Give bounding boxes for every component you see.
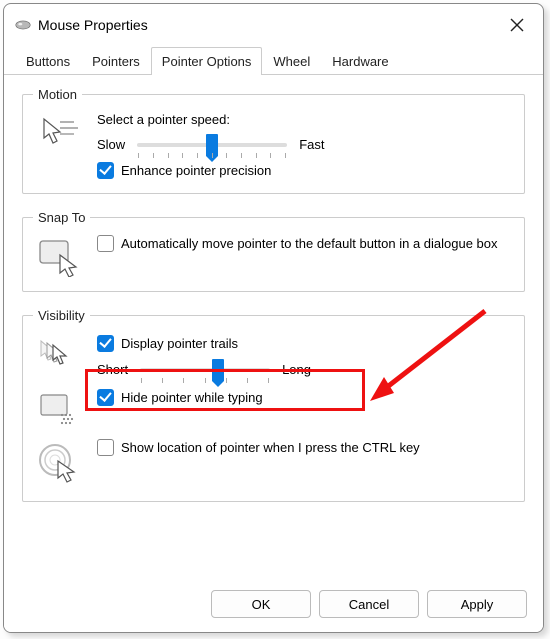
mouse-icon (14, 19, 32, 31)
short-label: Short (97, 362, 128, 377)
mouse-properties-dialog: Mouse Properties Buttons Pointers Pointe… (3, 3, 544, 633)
motion-group: Motion Select a pointer speed: Slow (22, 87, 525, 194)
checkbox-icon (97, 335, 114, 352)
tab-buttons[interactable]: Buttons (15, 47, 81, 75)
pointer-speed-slider[interactable] (137, 143, 287, 147)
slow-label: Slow (97, 137, 125, 152)
tab-content: Motion Select a pointer speed: Slow (4, 75, 543, 580)
long-label: Long (282, 362, 311, 377)
close-button[interactable] (501, 11, 533, 39)
snapto-legend: Snap To (33, 210, 90, 225)
window-title: Mouse Properties (38, 17, 501, 33)
fast-label: Fast (299, 137, 324, 152)
snapto-icon (35, 235, 83, 277)
hide-typing-checkbox[interactable]: Hide pointer while typing (97, 389, 512, 406)
motion-speed-icon (35, 112, 83, 146)
titlebar: Mouse Properties (4, 4, 543, 44)
tab-strip: Buttons Pointers Pointer Options Wheel H… (4, 46, 543, 75)
enhance-precision-label: Enhance pointer precision (121, 162, 271, 179)
snapto-group: Snap To Automatically move pointer to th… (22, 210, 525, 292)
auto-move-checkbox[interactable]: Automatically move pointer to the defaul… (97, 235, 512, 252)
checkbox-icon (97, 439, 114, 456)
tab-pointer-options[interactable]: Pointer Options (151, 47, 263, 75)
pointer-trails-label: Display pointer trails (121, 335, 238, 352)
hide-typing-label: Hide pointer while typing (121, 389, 263, 406)
pointer-speed-label: Select a pointer speed: (97, 112, 512, 127)
motion-legend: Motion (33, 87, 82, 102)
trail-length-slider[interactable] (140, 368, 270, 372)
button-bar: OK Cancel Apply (4, 580, 543, 632)
trails-icon (35, 335, 83, 373)
cancel-button[interactable]: Cancel (319, 590, 419, 618)
show-ctrl-icon (35, 439, 83, 483)
show-ctrl-checkbox[interactable]: Show location of pointer when I press th… (97, 439, 512, 456)
visibility-legend: Visibility (33, 308, 90, 323)
tab-pointers[interactable]: Pointers (81, 47, 151, 75)
checkbox-icon (97, 235, 114, 252)
tab-wheel[interactable]: Wheel (262, 47, 321, 75)
pointer-trails-checkbox[interactable]: Display pointer trails (97, 335, 512, 352)
show-ctrl-label: Show location of pointer when I press th… (121, 439, 420, 456)
apply-button[interactable]: Apply (427, 590, 527, 618)
checkbox-icon (97, 162, 114, 179)
checkbox-icon (97, 389, 114, 406)
visibility-group: Visibility Display pointer trails S (22, 308, 525, 502)
hide-typing-icon (35, 389, 83, 427)
close-icon (510, 18, 524, 32)
enhance-precision-checkbox[interactable]: Enhance pointer precision (97, 162, 512, 179)
auto-move-label: Automatically move pointer to the defaul… (121, 235, 498, 252)
ok-button[interactable]: OK (211, 590, 311, 618)
tab-hardware[interactable]: Hardware (321, 47, 399, 75)
